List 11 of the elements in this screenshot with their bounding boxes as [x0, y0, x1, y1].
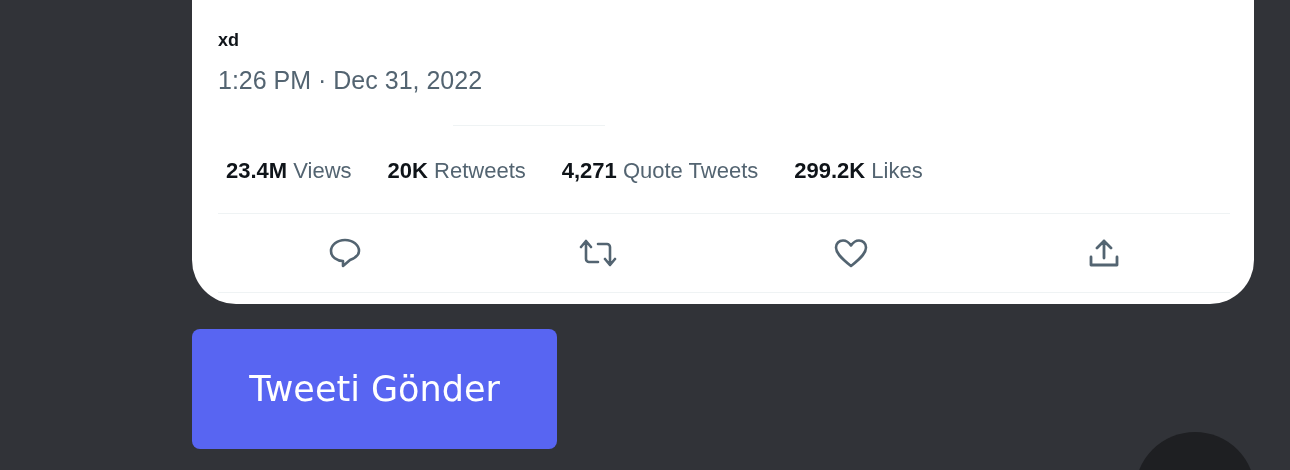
share-icon[interactable]	[1087, 238, 1120, 268]
send-tweet-button[interactable]: Tweeti Gönder	[192, 329, 557, 449]
tweet-stat[interactable]: 20K Retweets	[387, 157, 526, 185]
retweet-icon[interactable]	[577, 238, 618, 268]
speech-bubble-icon[interactable]	[327, 237, 362, 269]
tweet-text: xd	[218, 29, 239, 51]
tweet-timestamp: 1:26 PM · Dec 31, 2022	[218, 65, 483, 95]
tweet-stat[interactable]: 23.4M Views	[226, 157, 352, 185]
tweet-stat[interactable]: 4,271 Quote Tweets	[561, 157, 759, 185]
tweet-stat[interactable]: 299.2K Likes	[794, 157, 923, 185]
heart-icon[interactable]	[832, 238, 869, 268]
